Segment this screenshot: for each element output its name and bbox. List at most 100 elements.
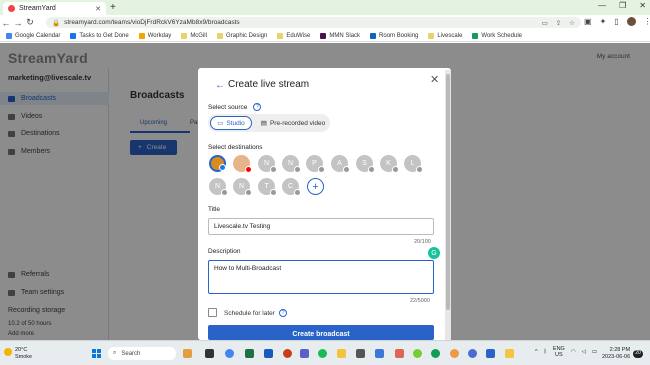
destination-avatar[interactable]: N [282, 155, 301, 173]
forward-arrow-icon[interactable]: → [12, 18, 24, 28]
bookmark-star-icon[interactable]: ☆ [569, 19, 575, 27]
bookmark-item[interactable]: EduWise [277, 32, 310, 39]
destination-avatar[interactable] [233, 155, 252, 173]
bookmark-label: Room Booking [379, 32, 419, 39]
destination-initial: C [287, 183, 294, 190]
minimize-icon[interactable]: — [598, 1, 606, 10]
app-icon-blue[interactable] [468, 349, 477, 358]
bookmark-item[interactable]: Work Schedule [472, 32, 522, 39]
destination-avatar[interactable]: P [306, 155, 325, 173]
close-icon[interactable]: ✕ [430, 73, 439, 86]
destination-avatar[interactable]: C [282, 178, 301, 196]
sidepanel-icon[interactable]: ▯ [614, 17, 618, 26]
bookmark-item[interactable]: MMN Slack [320, 32, 360, 39]
window-close-icon[interactable]: ✕ [639, 1, 646, 10]
browser-tab[interactable]: StreamYard ✕ [3, 2, 106, 15]
app-icon-g[interactable] [431, 349, 440, 358]
destination-avatar[interactable]: N [233, 178, 252, 196]
tab-title: StreamYard [19, 5, 56, 12]
app-icon-photos[interactable] [183, 349, 192, 358]
puzzle-icon[interactable]: ✦ [600, 17, 607, 26]
chrome-icon[interactable] [225, 349, 234, 358]
app-icon-files[interactable] [205, 349, 214, 358]
destination-avatar[interactable]: N [258, 155, 277, 173]
url-input[interactable]: 🔒 streamyard.com/teams/vioDjFrdRckV6YzaM… [46, 17, 581, 28]
clock-time: 2:28 PM [609, 347, 631, 353]
destination-initial: P [312, 160, 317, 167]
platform-badge-icon [270, 166, 277, 173]
share-icon[interactable]: ⇪ [556, 19, 561, 27]
select-source-text: Select source [208, 103, 248, 111]
schedule-checkbox[interactable] [208, 308, 217, 317]
modal-scrollbar-thumb[interactable] [446, 74, 450, 310]
destination-avatar[interactable]: K [380, 155, 399, 173]
bookmark-item[interactable]: Livescale [428, 32, 462, 39]
grammarly-icon[interactable]: G [428, 247, 440, 259]
help-icon[interactable]: ? [253, 103, 262, 111]
create-broadcast-button[interactable]: Create broadcast [208, 325, 434, 340]
weather-widget[interactable]: 20°C Smoke [15, 347, 32, 360]
language-indicator[interactable]: ENG US [553, 346, 565, 358]
battery-icon[interactable]: ▭ [592, 349, 597, 355]
back-arrow-icon[interactable]: ← [215, 80, 225, 91]
app-icon-green[interactable] [413, 349, 422, 358]
modal-title: Create live stream [228, 79, 310, 90]
source-option-prerecorded[interactable]: ▤ Pre-recorded video [258, 116, 328, 130]
bookmark-item[interactable]: Workday [138, 32, 171, 39]
lock-icon: 🔒 [52, 19, 61, 27]
reload-icon[interactable]: ↻ [24, 17, 36, 28]
chrome-profile-icon[interactable] [450, 349, 459, 358]
address-bar-row: ← → ↻ 🔒 streamyard.com/teams/vioDjFrdRck… [0, 15, 650, 30]
title-input[interactable]: Livescale.tv Testing [208, 218, 434, 235]
destination-initial: N [214, 183, 221, 190]
bookmark-item[interactable]: McGill [181, 32, 207, 39]
tab-close-icon[interactable]: ✕ [95, 5, 101, 13]
bookmark-icon [370, 32, 377, 39]
restore-icon[interactable]: ❐ [619, 1, 626, 10]
bookmark-icon [70, 32, 77, 39]
volume-icon[interactable]: ◁ [582, 349, 586, 355]
extension-icons: ▣ ✦ ▯ ⋮ [584, 17, 650, 26]
destination-avatar[interactable]: L [404, 155, 423, 173]
bookmark-item[interactable]: Tasks to Get Done [70, 32, 129, 39]
settings-icon[interactable] [375, 349, 384, 358]
cast-icon[interactable]: ▭ [542, 19, 548, 27]
app-icon-yellow[interactable] [505, 349, 514, 358]
word-icon[interactable] [264, 349, 273, 358]
clock[interactable]: 2:28 PM 2023-06-06 [602, 347, 630, 361]
new-tab-icon[interactable]: + [110, 2, 116, 13]
help-icon[interactable]: ? [278, 309, 287, 317]
app-icon-badge[interactable] [486, 349, 495, 358]
folder-icon[interactable] [337, 349, 346, 358]
teams-icon[interactable] [300, 349, 309, 358]
weather-temp: 20°C [15, 347, 28, 353]
destination-avatar[interactable] [209, 155, 226, 172]
bookmark-item[interactable]: Room Booking [370, 32, 419, 39]
description-textarea[interactable]: How to Multi-Broadcast [208, 260, 434, 294]
wifi-icon[interactable]: ◠ [571, 349, 576, 355]
destination-avatar[interactable]: T [258, 178, 277, 196]
powerpoint-icon[interactable] [283, 349, 292, 358]
clock-date: 2023-06-06 [602, 353, 631, 360]
app-icon-text[interactable] [356, 349, 365, 358]
extension-icon[interactable]: ▣ [584, 17, 592, 26]
app-icon-store[interactable] [395, 349, 404, 358]
profile-avatar[interactable] [626, 17, 636, 26]
chevron-up-icon[interactable]: ^ [535, 349, 538, 355]
destination-avatar[interactable]: N [209, 178, 228, 196]
source-option-studio[interactable]: ▭ Studio [210, 116, 252, 130]
excel-icon[interactable] [245, 349, 254, 358]
spotify-icon[interactable] [318, 349, 327, 358]
bluetooth-icon[interactable]: ᛒ [544, 349, 547, 355]
menu-kebab-icon[interactable]: ⋮ [644, 17, 650, 26]
windows-start-icon[interactable] [92, 349, 101, 358]
destination-initial: L [410, 160, 415, 167]
destination-avatar[interactable]: A [331, 155, 350, 173]
bookmark-item[interactable]: Graphic Design [216, 32, 267, 39]
add-destination-button[interactable]: + [307, 178, 324, 195]
destination-avatar[interactable]: S [356, 155, 375, 173]
bookmark-item[interactable]: Google Calendar [6, 32, 60, 39]
taskbar-search[interactable]: ⌕ Search [108, 347, 176, 360]
back-arrow-icon[interactable]: ← [0, 18, 12, 28]
notification-badge[interactable]: 20 [633, 350, 643, 358]
